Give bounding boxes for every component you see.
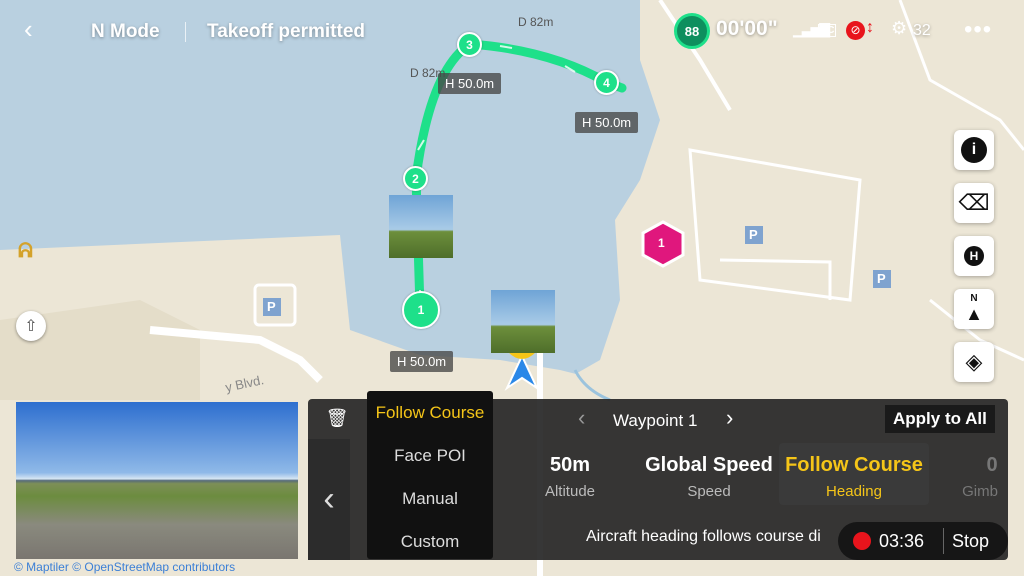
heading-value[interactable]: Follow Course — [779, 454, 929, 477]
updown-icon: ↕ — [866, 19, 874, 36]
heading-label: Heading — [826, 483, 882, 500]
height-label: H 50.0m — [390, 351, 454, 372]
camera-preview[interactable] — [16, 402, 298, 559]
photo-thumbnail[interactable] — [389, 195, 453, 258]
trash-icon: 🗑 — [325, 407, 349, 428]
stop-button[interactable]: Stop — [952, 531, 989, 552]
waypoint-marker[interactable]: 4 — [594, 70, 619, 95]
flight-mode: N Mode — [91, 21, 160, 42]
collapse-button[interactable]: ‹ — [308, 439, 350, 560]
battery-gauge: 88 — [674, 13, 710, 49]
heading-dropdown: Follow Course Face POI Manual Custom — [367, 391, 493, 559]
gimbal-value[interactable]: 0 — [982, 454, 1002, 477]
recenter-icon[interactable]: ⇧ — [16, 311, 46, 341]
height-label: H 50.0m — [575, 112, 639, 133]
chevron-left-icon: ‹ — [323, 480, 335, 518]
apply-to-all-button[interactable]: Apply to All — [885, 405, 995, 433]
divider — [943, 528, 944, 554]
next-waypoint-icon[interactable]: › — [726, 405, 733, 431]
heading-hint: Aircraft heading follows course di — [586, 528, 821, 545]
back-icon[interactable]: ‹ — [24, 14, 33, 45]
gimbal-label: Gimb — [962, 483, 998, 500]
north-icon: N — [970, 293, 978, 304]
heading-option-follow-course[interactable]: Follow Course — [367, 403, 493, 423]
parking-label: P — [877, 271, 886, 286]
north-button[interactable]: N ▲ — [954, 289, 994, 329]
info-button[interactable]: i — [954, 130, 994, 170]
divider — [185, 22, 186, 42]
prev-waypoint-icon[interactable]: ‹ — [578, 405, 585, 431]
eraser-button[interactable]: ⌫ — [954, 183, 994, 223]
delete-button[interactable]: 🗑 — [308, 399, 366, 437]
heading-option-manual[interactable]: Manual — [367, 489, 493, 509]
record-indicator-icon — [853, 532, 871, 550]
altitude-label: Altitude — [544, 483, 596, 500]
waypoint-marker[interactable]: 1 — [402, 291, 440, 329]
speed-label: Speed — [687, 483, 731, 500]
poi-label: 1 — [658, 236, 665, 250]
home-point-icon: H — [964, 246, 984, 266]
parking-label: P — [749, 227, 758, 242]
map-glyph-icon: ᕱ — [18, 240, 33, 262]
altitude-value[interactable]: 50m — [520, 454, 620, 477]
height-label: H 50.0m — [438, 73, 502, 94]
rc-label: RC — [818, 24, 837, 37]
satellite-icon: ⚙ — [891, 18, 908, 38]
battery-level: 88 — [684, 23, 700, 39]
takeoff-status: Takeoff permitted — [207, 21, 366, 42]
waypoint-title: Waypoint 1 — [613, 411, 698, 430]
satellite-count: 32 — [913, 22, 931, 39]
parking-label: P — [267, 299, 276, 314]
flight-timer: 00'00" — [716, 17, 778, 40]
heading-option-custom[interactable]: Custom — [367, 532, 493, 552]
waypoint-marker[interactable]: 2 — [403, 166, 428, 191]
home-point-button[interactable]: H — [954, 236, 994, 276]
layers-icon: ◈ — [965, 349, 983, 374]
info-icon: i — [961, 137, 987, 163]
top-status-bar: ‹ N Mode Takeoff permitted 88 00'00" ▁▃▅… — [0, 0, 1024, 62]
obstacle-off-icon[interactable]: ⊘ — [846, 21, 865, 40]
heading-option-face-poi[interactable]: Face POI — [367, 446, 493, 466]
more-icon[interactable]: ••• — [964, 16, 992, 44]
layers-button[interactable]: ◈ — [954, 342, 994, 382]
speed-value[interactable]: Global Speed — [638, 454, 780, 477]
recording-pill: 03:36 Stop — [838, 522, 1008, 560]
eraser-icon: ⌫ — [958, 190, 990, 215]
record-time: 03:36 — [879, 531, 925, 551]
map-attribution[interactable]: © Maptiler © OpenStreetMap contributors — [14, 560, 235, 574]
photo-thumbnail[interactable] — [491, 290, 555, 353]
